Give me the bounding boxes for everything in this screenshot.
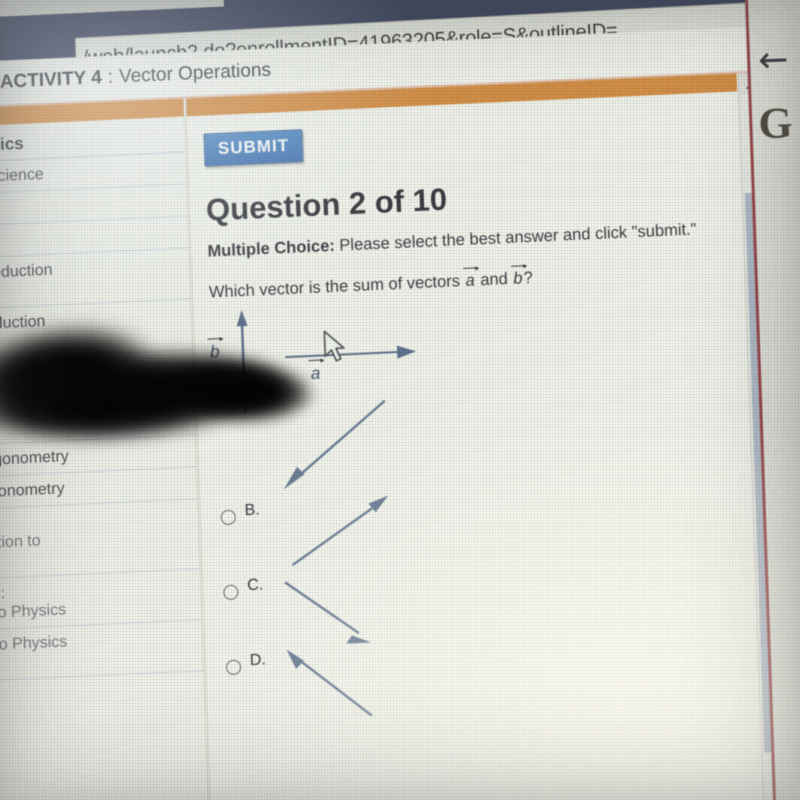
question-text-mid: and [475,269,513,290]
course-sidebar: to Physics ess of Science Physics Motion… [0,98,211,800]
browser-window: /web/launch2.do?enrollmentID=41963205&ro… [0,0,800,800]
photograph-of-screen: /web/launch2.do?enrollmentID=41963205&ro… [0,0,800,800]
option-a-arrow [283,399,386,490]
question-instruction: Multiple Choice: Please select the best … [207,219,724,261]
page-title: Question 2 of 10 [205,181,448,228]
option-row-d[interactable]: D. [222,629,741,727]
question-inner: SUBMIT Question 2 of 10 Multiple Choice:… [187,97,763,800]
back-arrow-icon[interactable]: ← [757,39,789,81]
breadcrumb-separator: : [107,66,114,88]
vector-diagram: b a [209,283,732,502]
submit-button[interactable]: SUBMIT [203,129,304,167]
vector-b-inline: b [513,269,523,288]
g-logo: G [757,97,794,149]
sidebar-item-9[interactable]: actice: troduction to ysics [0,499,200,581]
breadcrumb-prefix[interactable]: ON 3 > ACTIVITY 4 [0,67,102,97]
question-instruction-bold: Multiple Choice: [207,236,336,261]
radio-option-d[interactable] [225,659,242,676]
question-panel: SUBMIT Question 2 of 10 Multiple Choice:… [185,73,763,800]
option-d-arrow [286,649,373,717]
option-d-label: D. [249,651,267,670]
option-b-label: B. [244,501,260,520]
vector-b-label: b [209,342,220,362]
mouse-pointer-cursor [323,330,345,362]
breadcrumb-title: Vector Operations [118,59,272,88]
vector-a-label: a [310,363,321,384]
vector-a-inline: a [465,271,476,290]
option-b-arrow [291,495,389,567]
radio-option-c[interactable] [223,584,239,601]
radio-option-b[interactable] [220,509,237,526]
web-page: ON 3 > ACTIVITY 4 : Vector Operations to… [0,26,791,800]
sidebar-item-6[interactable] [0,350,195,447]
answer-options: B. C. D. [216,479,740,727]
question-instruction-rest: Please select the best answer and click … [334,220,697,255]
sidebar-nav-list: to Physics ess of Science Physics Motion… [0,120,204,714]
vector-b-arrow [236,310,248,414]
option-c-label: C. [246,576,264,595]
question-text-post: ? [523,268,534,288]
